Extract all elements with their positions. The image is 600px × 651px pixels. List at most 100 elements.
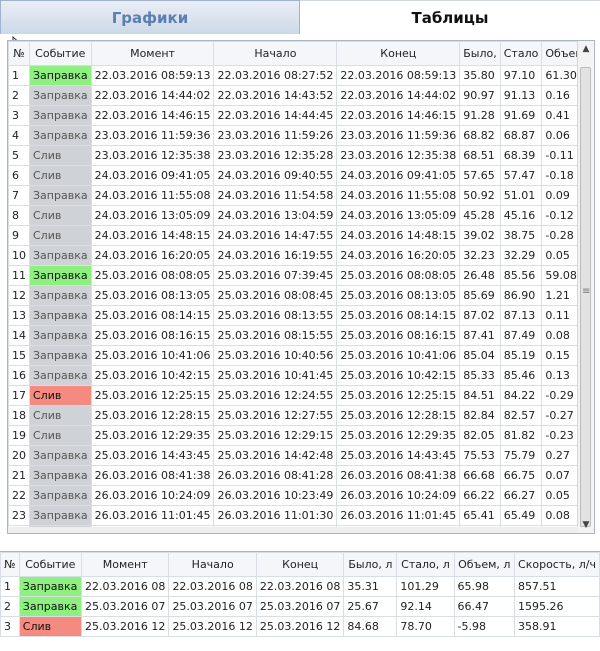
events-row[interactable]: 18 Слив 25.03.2016 12:28:15 25.03.2016 12:2… [8, 405, 594, 426]
table-cell: 85.04 [459, 345, 501, 366]
table-cell: 91.28 [459, 105, 501, 126]
table-cell: 25.03.2016 07:39:45 [213, 265, 338, 286]
row-number: 6 [8, 165, 30, 186]
table-cell: 26.03.2016 08:41:38 [90, 465, 215, 486]
events-row[interactable]: 6 Слив 24.03.2016 09:41:05 24.03.2016 09:40… [8, 165, 594, 186]
table-cell: 25.03.2016 08:13:05 [90, 285, 215, 306]
events-row[interactable]: 16 Заправка 25.03.2016 10:42:15 25.03.2016 … [8, 365, 594, 386]
table-cell: 23.03.2016 11:59:26 [213, 125, 338, 146]
events-row[interactable]: 9 Слив 24.03.2016 14:48:15 24.03.2016 14:47… [8, 225, 594, 246]
table-cell: 68.87 [499, 125, 543, 146]
summary-col-header[interactable]: Момент [80, 552, 170, 577]
events-row[interactable]: 12 Заправка 25.03.2016 08:13:05 25.03.2016 … [8, 285, 594, 306]
event-type-cell: Заправка [29, 505, 92, 526]
row-number: 22 [8, 485, 30, 506]
events-row[interactable]: 22 Заправка 26.03.2016 10:24:09 26.03.2016 … [8, 485, 594, 506]
summary-col-header[interactable]: № [0, 552, 20, 577]
table-cell: 91.13 [499, 85, 543, 106]
table-cell: 22.03.2016 14:44:02 [336, 85, 461, 106]
events-row[interactable]: 8 Слив 24.03.2016 13:05:09 24.03.2016 13:04… [8, 205, 594, 226]
events-row[interactable]: 7 Заправка 24.03.2016 11:55:08 24.03.2016 1… [8, 185, 594, 206]
events-row[interactable]: 14 Заправка 25.03.2016 08:16:15 25.03.2016 … [8, 325, 594, 346]
events-row[interactable]: 2 Заправка 22.03.2016 14:44:02 22.03.2016 1… [8, 85, 594, 106]
events-row[interactable]: 10 Заправка 24.03.2016 16:20:05 24.03.2016 … [8, 245, 594, 266]
view-tabs: Графики Таблицы [0, 0, 600, 36]
tab-graphs[interactable]: Графики [0, 0, 300, 34]
row-number: 15 [8, 345, 30, 366]
table-cell: 26.03.2016 08:41:28 [213, 465, 338, 486]
events-row[interactable]: 21 Заправка 26.03.2016 08:41:38 26.03.2016 … [8, 465, 594, 486]
table-cell: 25.03.2016 10:40:56 [213, 345, 338, 366]
summary-col-header[interactable]: Скорость, л/ч [514, 552, 600, 577]
table-cell: 68.39 [499, 145, 543, 166]
event-type-cell: Слив [29, 165, 92, 186]
table-cell: 25.03.2016 08:15:55 [213, 325, 338, 346]
row-number: 14 [8, 325, 30, 346]
table-cell: 24.03.2016 14:48:15 [90, 225, 215, 246]
events-row[interactable]: 11 Заправка 25.03.2016 08:08:05 25.03.2016 … [8, 265, 594, 286]
table-cell: 857.51 [514, 576, 600, 597]
events-col-header[interactable]: Конец [336, 41, 461, 66]
table-cell: 38.75 [499, 225, 543, 246]
row-number: 10 [8, 245, 30, 266]
table-cell: 45.28 [459, 205, 501, 226]
events-row[interactable]: 23 Заправка 26.03.2016 11:01:45 26.03.2016 … [8, 505, 594, 526]
table-cell: 25.03.2016 08:08:05 [336, 265, 461, 286]
events-row[interactable]: 3 Заправка 22.03.2016 14:46:15 22.03.2016 1… [8, 105, 594, 126]
table-cell: 25.03.2016 10:41:06 [336, 345, 461, 366]
vertical-scrollbar[interactable]: ▲ ≡ ▼ [577, 41, 594, 533]
row-number: 18 [8, 405, 30, 426]
table-cell: 25.03.2016 08:08:45 [213, 285, 338, 306]
scroll-down-icon[interactable]: ▼ [578, 517, 594, 533]
row-number: 17 [8, 385, 30, 406]
events-row[interactable]: 19 Слив 25.03.2016 12:29:35 25.03.2016 12:2… [8, 425, 594, 446]
events-row[interactable]: 20 Заправка 25.03.2016 14:43:45 25.03.2016 … [8, 445, 594, 466]
summary-row[interactable]: 3 Слив 25.03.2016 12 25.03.2016 12 25.03.201… [0, 616, 600, 637]
table-cell: 82.05 [459, 425, 501, 446]
table-cell: 24.03.2016 13:05:09 [336, 205, 461, 226]
events-col-header[interactable]: Было, [459, 41, 501, 66]
summary-row[interactable]: 2 Заправка 25.03.2016 07 25.03.2016 07 25.03… [0, 596, 600, 617]
table-cell: 25.03.2016 12:29:35 [90, 425, 215, 446]
table-cell: 90.97 [459, 85, 501, 106]
events-table: № Событие Момент Начало Конец Было, Стало Объем… [8, 41, 594, 533]
events-col-header[interactable]: Событие [29, 41, 92, 66]
scroll-up-icon[interactable]: ▲ [578, 41, 594, 57]
events-col-header[interactable]: Стало [499, 41, 543, 66]
summary-col-header[interactable]: Конец [255, 552, 345, 577]
scrollbar-thumb[interactable]: ≡ [580, 67, 591, 527]
summary-row[interactable]: 1 Заправка 22.03.2016 08 22.03.2016 08 22.03… [0, 576, 600, 597]
table-cell: 25.03.2016 08:08:05 [90, 265, 215, 286]
summary-col-header[interactable]: Было, л [343, 552, 398, 577]
summary-col-header[interactable]: Начало [168, 552, 257, 577]
summary-col-header[interactable]: Стало, л [396, 552, 455, 577]
summary-col-header[interactable]: Событие [18, 552, 82, 577]
events-row[interactable]: 13 Заправка 25.03.2016 08:14:15 25.03.2016 … [8, 305, 594, 326]
table-cell: 87.02 [459, 305, 501, 326]
table-cell: 92.14 [396, 596, 455, 617]
horizontal-scrollbar[interactable] [8, 527, 578, 533]
events-row[interactable]: 1 Заправка 22.03.2016 08:59:13 22.03.2016 0… [8, 65, 594, 86]
table-cell: 25.03.2016 12 [80, 616, 170, 637]
events-row[interactable]: 15 Заправка 25.03.2016 10:41:06 25.03.2016 … [8, 345, 594, 366]
events-col-header[interactable]: Начало [213, 41, 338, 66]
summary-col-header[interactable]: Объем, л [453, 552, 516, 577]
tab-tables[interactable]: Таблицы [300, 0, 600, 34]
events-row[interactable]: 5 Слив 23.03.2016 12:35:38 23.03.2016 12:35… [8, 145, 594, 166]
table-cell: 24.03.2016 09:41:05 [336, 165, 461, 186]
table-cell: 25.03.2016 12:25:15 [90, 385, 215, 406]
table-cell: 68.51 [459, 145, 501, 166]
table-cell: 25.03.2016 08:13:55 [213, 305, 338, 326]
row-number: 1 [0, 576, 20, 597]
row-number: 23 [8, 505, 30, 526]
table-cell: 22.03.2016 08:59:13 [90, 65, 215, 86]
events-row[interactable]: 17 Слив 25.03.2016 12:25:15 25.03.2016 12:2… [8, 385, 594, 406]
events-col-header[interactable]: № [8, 41, 30, 66]
event-type-cell: Заправка [18, 576, 82, 597]
table-cell: 22.03.2016 08 [255, 576, 345, 597]
events-col-header[interactable]: Момент [90, 41, 215, 66]
table-cell: 57.65 [459, 165, 501, 186]
table-cell: 24.03.2016 13:04:59 [213, 205, 338, 226]
events-row[interactable]: 4 Заправка 23.03.2016 11:59:36 23.03.2016 1… [8, 125, 594, 146]
table-cell: 25.03.2016 10:41:06 [90, 345, 215, 366]
